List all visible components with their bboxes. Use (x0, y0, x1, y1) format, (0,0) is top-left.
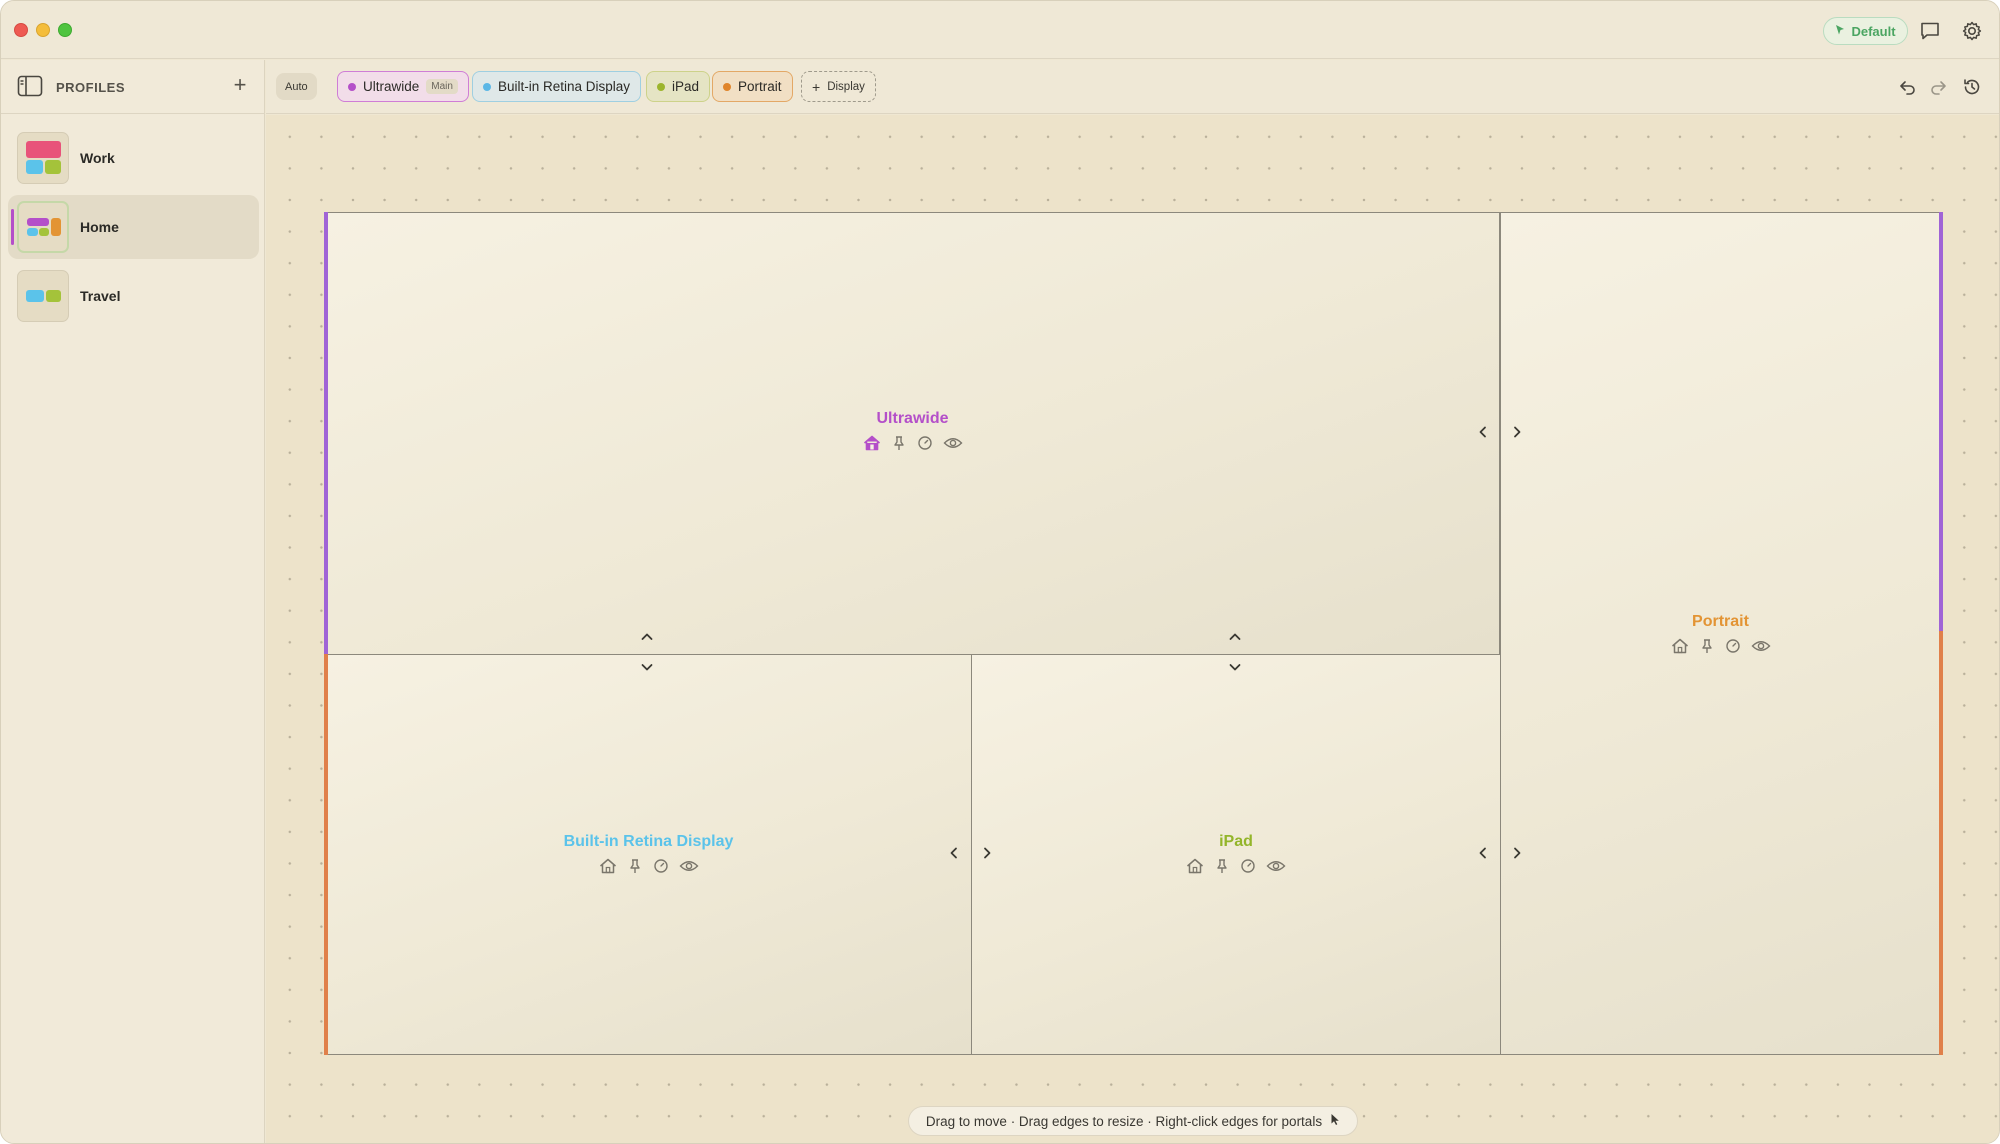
title-bar: Default (1, 1, 1999, 59)
chevron-right-icon[interactable] (1509, 845, 1525, 861)
chevron-left-icon[interactable] (946, 845, 962, 861)
eye-icon[interactable] (1751, 639, 1771, 653)
chevron-right-icon[interactable] (979, 845, 995, 861)
add-display-label: Display (827, 80, 865, 93)
color-dot (348, 82, 356, 91)
portal-edge-portrait-right-upper[interactable] (1939, 212, 1943, 631)
undo-icon[interactable] (1896, 75, 1920, 99)
color-dot (723, 82, 731, 91)
display-ultrawide[interactable]: Ultrawide (325, 212, 1500, 655)
pin-icon[interactable] (1699, 638, 1715, 654)
profiles-title: PROFILES (56, 80, 126, 95)
portal-edge-portrait-right-lower[interactable] (1939, 631, 1943, 1055)
eye-icon[interactable] (943, 436, 963, 450)
default-profile-pill[interactable]: Default (1823, 17, 1908, 45)
display-chip-ipad[interactable]: iPad (646, 71, 711, 102)
display-controls (863, 435, 963, 451)
profile-thumbnail (17, 132, 69, 184)
profile-name: Home (80, 219, 119, 235)
sidebar-toggle-icon[interactable] (17, 75, 43, 97)
portal-edge-ultrawide-left[interactable] (324, 212, 328, 655)
display-name: Ultrawide (876, 410, 949, 427)
profile-name: Travel (80, 288, 121, 304)
display-chip-ultrawide[interactable]: Ultrawide Main (337, 71, 469, 102)
app-window: Default PROFILES + Work Home Travel Auto… (0, 0, 2000, 1144)
chevron-left-icon[interactable] (1475, 424, 1491, 440)
main-badge: Main (426, 79, 458, 94)
eye-icon[interactable] (1266, 859, 1286, 873)
color-dot (657, 82, 665, 91)
gear-icon[interactable] (1960, 19, 1984, 43)
sidebar-header: PROFILES + (1, 60, 265, 114)
sidebar: PROFILES + Work Home Travel (1, 60, 265, 1143)
display-toolbar: Auto Ultrawide Main Built-in Retina Disp… (266, 60, 1999, 114)
gauge-icon[interactable] (917, 435, 933, 451)
profile-thumbnail (17, 270, 69, 322)
home-icon[interactable] (863, 435, 881, 451)
display-controls (1671, 638, 1771, 654)
chip-label: Built-in Retina Display (498, 79, 631, 94)
redo-icon[interactable] (1926, 75, 1950, 99)
display-controls (599, 858, 699, 874)
close-window-button[interactable] (14, 23, 28, 37)
display-portrait[interactable]: Portrait (1500, 212, 1941, 1055)
hint-bar: Drag to move · Drag edges to resize · Ri… (908, 1106, 1358, 1136)
plus-icon: + (812, 78, 821, 95)
chevron-down-icon[interactable] (639, 659, 655, 675)
display-name: Built-in Retina Display (563, 833, 734, 850)
home-icon[interactable] (599, 858, 617, 874)
pin-icon[interactable] (891, 435, 907, 451)
pin-icon[interactable] (1214, 858, 1230, 874)
arrangement-canvas[interactable]: Ultrawide Built-in Retina Display iPad P… (266, 115, 1999, 1143)
add-profile-button[interactable]: + (229, 72, 251, 98)
chip-label: Ultrawide (363, 79, 420, 94)
home-icon[interactable] (1186, 858, 1204, 874)
minimize-window-button[interactable] (36, 23, 50, 37)
active-indicator (11, 209, 14, 245)
message-icon[interactable] (1918, 19, 1942, 43)
chevron-down-icon[interactable] (1227, 659, 1243, 675)
display-controls (1186, 858, 1286, 874)
display-chip-retina[interactable]: Built-in Retina Display (472, 71, 642, 102)
add-display-button[interactable]: + Display (801, 71, 876, 102)
home-icon[interactable] (1671, 638, 1689, 654)
maximize-window-button[interactable] (58, 23, 72, 37)
profile-item-home[interactable]: Home (8, 195, 259, 259)
auto-arrange-button[interactable]: Auto (276, 73, 317, 100)
profile-thumbnail (17, 201, 69, 253)
display-name: iPad (1219, 833, 1253, 850)
default-pill-label: Default (1851, 23, 1896, 39)
gauge-icon[interactable] (653, 858, 669, 874)
display-ipad[interactable]: iPad (971, 654, 1501, 1055)
chevron-up-icon[interactable] (639, 629, 655, 645)
gauge-icon[interactable] (1725, 638, 1741, 654)
chevron-left-icon[interactable] (1475, 845, 1491, 861)
hint-text: Drag to move · Drag edges to resize · Ri… (925, 1113, 1323, 1129)
color-dot (483, 82, 491, 91)
chevron-up-icon[interactable] (1227, 629, 1243, 645)
history-icon[interactable] (1960, 75, 1984, 99)
pin-icon[interactable] (627, 858, 643, 874)
display-built-in-retina[interactable]: Built-in Retina Display (325, 654, 972, 1055)
chip-label: Portrait (738, 79, 782, 94)
portal-edge-retina-left[interactable] (324, 654, 328, 1055)
profile-item-travel[interactable]: Travel (8, 264, 259, 328)
chip-label: iPad (672, 79, 700, 94)
cursor-icon (1835, 24, 1846, 39)
display-name: Portrait (1692, 613, 1749, 630)
profile-name: Work (80, 150, 115, 166)
cursor-icon (1330, 1113, 1340, 1129)
profile-item-work[interactable]: Work (8, 126, 259, 190)
gauge-icon[interactable] (1240, 858, 1256, 874)
display-chip-portrait[interactable]: Portrait (712, 71, 793, 102)
chevron-right-icon[interactable] (1509, 424, 1525, 440)
eye-icon[interactable] (679, 859, 699, 873)
